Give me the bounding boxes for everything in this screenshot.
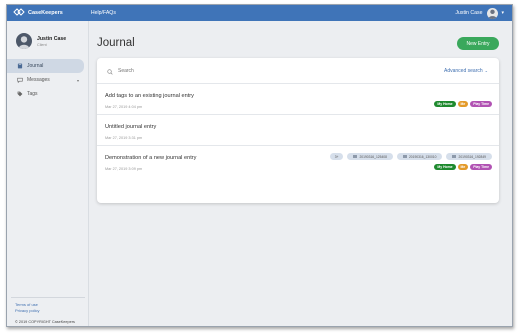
attachment-name: 20190316_130010 bbox=[408, 154, 437, 159]
search-icon bbox=[107, 62, 113, 80]
journal-card: Advanced search⌄ Add tags to an existing… bbox=[97, 58, 499, 203]
sidebar-nav: Journal Messages ▾ Tags bbox=[7, 59, 88, 101]
avatar bbox=[487, 7, 499, 19]
list-item[interactable]: Demonstration of a new journal entry Mar… bbox=[97, 146, 499, 177]
tag-badge[interactable]: Play Time bbox=[470, 101, 492, 107]
search-input[interactable] bbox=[118, 67, 318, 74]
sidebar: Justin Case Client Journal Messages ▾ Ta… bbox=[7, 21, 89, 326]
tag-icon bbox=[16, 91, 23, 98]
sidebar-item-messages[interactable]: Messages ▾ bbox=[7, 73, 84, 87]
entry-tags: My Home Me Play Time bbox=[434, 101, 492, 107]
search-bar: Advanced search⌄ bbox=[97, 58, 499, 84]
entry-date: Mar 27, 2019 3:31 pm bbox=[105, 136, 143, 140]
book-icon bbox=[16, 63, 23, 70]
user-name: Justin Case bbox=[455, 10, 483, 16]
image-icon bbox=[353, 155, 358, 158]
image-icon bbox=[452, 155, 457, 158]
more-attachments-chip[interactable]: 3+ bbox=[329, 153, 344, 160]
profile-summary: Justin Case Client bbox=[7, 21, 88, 49]
sidebar-item-label: Messages bbox=[27, 77, 50, 83]
casekeepers-logo-icon bbox=[13, 5, 25, 22]
advanced-search-link[interactable]: Advanced search ⌄ bbox=[444, 68, 488, 74]
sidebar-item-tags[interactable]: Tags bbox=[7, 87, 84, 101]
entry-title: Add tags to an existing journal entry bbox=[105, 93, 194, 99]
app-logo[interactable]: CaseKeepers bbox=[13, 5, 63, 22]
list-item[interactable]: Untitled journal entry Mar 27, 2019 3:31… bbox=[97, 115, 499, 146]
attachment-chip[interactable]: 20190316_192849 bbox=[446, 153, 492, 160]
profile-avatar bbox=[16, 33, 32, 49]
profile-name: Justin Case bbox=[37, 35, 67, 42]
copyright-text: © 2019 COPYRIGHT CaseKeepers bbox=[15, 320, 75, 324]
sidebar-item-label: Journal bbox=[27, 63, 44, 69]
list-item[interactable]: Add tags to an existing journal entry Ma… bbox=[97, 84, 499, 115]
tag-badge[interactable]: My Home bbox=[434, 164, 456, 170]
attachment-name: 20190316_192849 bbox=[458, 154, 486, 159]
divider bbox=[11, 297, 85, 298]
app-window: CaseKeepers Help/FAQs Justin Case ▾ Just… bbox=[6, 4, 513, 327]
sidebar-item-label: Tags bbox=[27, 91, 38, 97]
advanced-search-label: Advanced search bbox=[444, 67, 483, 74]
profile-role: Client bbox=[37, 42, 47, 47]
chevron-down-icon: ⌄ bbox=[484, 67, 488, 73]
sidebar-item-journal[interactable]: Journal bbox=[7, 59, 84, 73]
new-entry-button[interactable]: New Entry bbox=[457, 37, 499, 50]
chat-icon bbox=[16, 77, 23, 84]
privacy-policy-link[interactable]: Privacy policy bbox=[7, 308, 89, 314]
entry-tags: My Home Me Play Time bbox=[434, 164, 492, 170]
help-faqs-link[interactable]: Help/FAQs bbox=[91, 10, 116, 16]
user-menu[interactable]: Justin Case ▾ bbox=[455, 7, 504, 19]
attachment-chip[interactable]: 20190316_125408 bbox=[347, 153, 393, 160]
top-navbar: CaseKeepers Help/FAQs Justin Case ▾ bbox=[7, 5, 512, 21]
tag-badge[interactable]: Me bbox=[457, 164, 469, 170]
tag-badge[interactable]: Play Time bbox=[470, 164, 492, 170]
attachment-name: 20190316_125408 bbox=[359, 154, 387, 159]
app-name: CaseKeepers bbox=[28, 10, 63, 16]
image-icon bbox=[402, 155, 407, 158]
main-content: Journal New Entry Advanced search⌄ Add t… bbox=[89, 21, 512, 326]
sidebar-footer: Terms of use Privacy policy © 2019 COPYR… bbox=[7, 297, 89, 326]
tag-badge[interactable]: My Home bbox=[434, 101, 456, 107]
chevron-down-icon: ▾ bbox=[76, 77, 79, 83]
entry-attachments: 3+ 20190316_125408 20190316_130010 20190… bbox=[329, 153, 492, 160]
entry-title: Untitled journal entry bbox=[105, 124, 157, 130]
chevron-down-icon: ▾ bbox=[501, 10, 504, 16]
page-title: Journal bbox=[97, 37, 135, 49]
attachment-chip[interactable]: 20190316_130010 bbox=[396, 153, 443, 160]
tag-badge[interactable]: Me bbox=[457, 101, 469, 107]
